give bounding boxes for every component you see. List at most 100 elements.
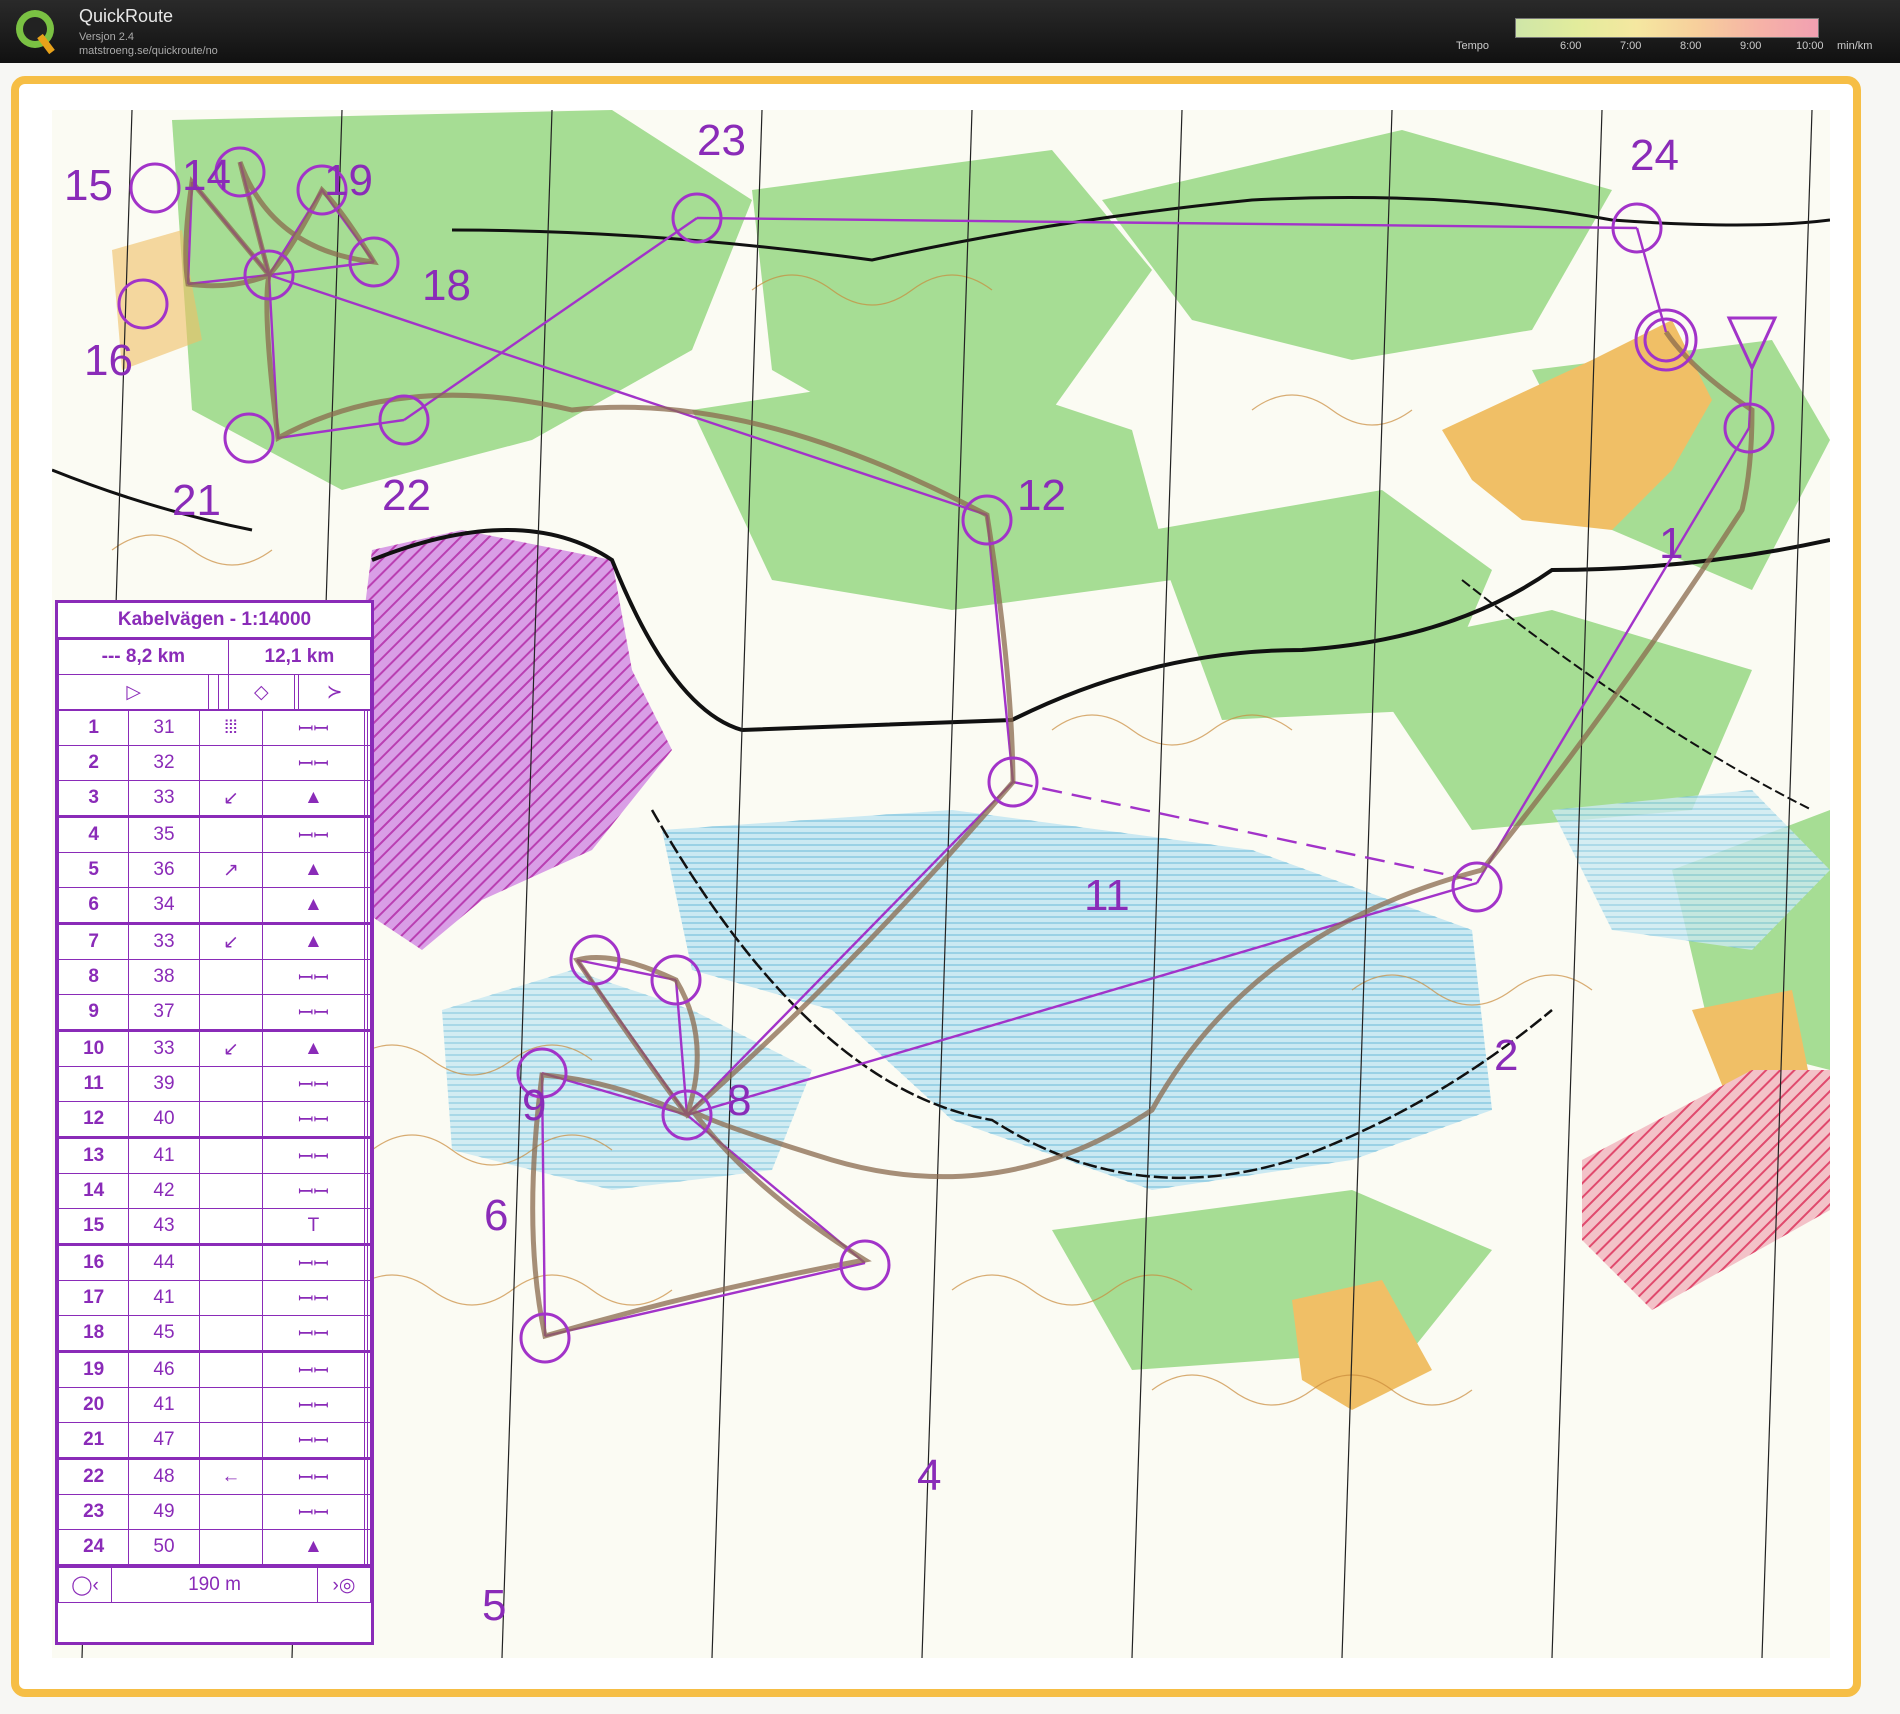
control-code: 37 bbox=[128, 994, 200, 1031]
control-feature: ꟷꟷ bbox=[262, 1066, 365, 1102]
control-feature: ▲ bbox=[262, 780, 365, 817]
control-column-c bbox=[198, 1529, 264, 1566]
control-code: 33 bbox=[128, 1030, 200, 1067]
control-column-c bbox=[198, 745, 264, 781]
control-label: 15 bbox=[64, 161, 113, 210]
control-number: 1 bbox=[57, 710, 130, 746]
control-number: 3 bbox=[57, 780, 130, 817]
control-number: 17 bbox=[57, 1280, 130, 1316]
control-column-c bbox=[198, 1422, 264, 1459]
control-row: 13 41 ꟷꟷ bbox=[57, 1137, 372, 1174]
control-row: 2 32 ꟷꟷ bbox=[57, 745, 372, 781]
control-feature: ꟷꟷ bbox=[262, 1315, 365, 1352]
control-column-f bbox=[366, 1030, 372, 1067]
control-label: 8 bbox=[727, 1076, 751, 1125]
control-column-f bbox=[366, 1422, 372, 1459]
app-name: QuickRoute bbox=[79, 6, 174, 26]
control-feature: ꟷꟷ bbox=[262, 745, 365, 781]
control-column-c bbox=[198, 1101, 264, 1138]
control-column-c bbox=[198, 1494, 264, 1530]
control-row: 18 45 ꟷꟷ bbox=[57, 1315, 372, 1352]
control-code: 41 bbox=[128, 1137, 200, 1174]
control-number: 15 bbox=[57, 1208, 130, 1245]
control-column-f bbox=[366, 1458, 372, 1495]
control-row: 21 47 ꟷꟷ bbox=[57, 1422, 372, 1459]
control-number: 22 bbox=[57, 1458, 130, 1495]
control-code: 32 bbox=[128, 745, 200, 781]
control-feature: ꟷꟷ bbox=[262, 1494, 365, 1530]
control-number: 8 bbox=[57, 959, 130, 995]
control-feature: ꟷꟷ bbox=[262, 1458, 365, 1495]
control-number: 24 bbox=[57, 1529, 130, 1566]
control-label: 4 bbox=[917, 1451, 941, 1500]
control-row: 5 36 ↗ ▲ bbox=[57, 852, 372, 888]
control-number: 14 bbox=[57, 1173, 130, 1209]
pace-tick: 8:00 bbox=[1680, 40, 1702, 52]
control-code: 41 bbox=[128, 1280, 200, 1316]
control-row: 19 46 ꟷꟷ bbox=[57, 1351, 372, 1388]
control-column-f bbox=[366, 1101, 372, 1138]
pace-color-scale bbox=[1515, 18, 1819, 38]
control-column-f bbox=[366, 1529, 372, 1566]
control-column-f bbox=[366, 852, 372, 888]
control-row: 16 44 ꟷꟷ bbox=[57, 1244, 372, 1281]
control-column-f bbox=[366, 887, 372, 924]
control-row: 24 50 ▲ bbox=[57, 1529, 372, 1566]
control-code: 47 bbox=[128, 1422, 200, 1459]
control-label: 14 bbox=[182, 151, 231, 200]
control-column-f bbox=[366, 745, 372, 781]
control-row: 10 33 ↙ ▲ bbox=[57, 1030, 372, 1067]
control-label: 22 bbox=[382, 471, 431, 520]
control-column-c bbox=[198, 1387, 264, 1423]
control-column-f bbox=[366, 994, 372, 1031]
control-code: 44 bbox=[128, 1244, 200, 1281]
control-column-c bbox=[198, 994, 264, 1031]
control-feature: ꟷꟷ bbox=[262, 1422, 365, 1459]
control-label: 24 bbox=[1630, 131, 1679, 180]
control-number: 5 bbox=[57, 852, 130, 888]
finish-distance: 190 m bbox=[111, 1567, 318, 1603]
control-number: 7 bbox=[57, 923, 130, 960]
control-column-f bbox=[366, 816, 372, 853]
control-row: 23 49 ꟷꟷ bbox=[57, 1494, 372, 1530]
control-column-c bbox=[198, 816, 264, 853]
control-label: 9 bbox=[522, 1081, 546, 1130]
control-feature: ▲ bbox=[262, 1030, 365, 1067]
control-number: 19 bbox=[57, 1351, 130, 1388]
control-label: 19 bbox=[324, 156, 373, 205]
control-code: 34 bbox=[128, 887, 200, 924]
control-feature: ꟷꟷ bbox=[262, 1387, 365, 1423]
control-number: 16 bbox=[57, 1244, 130, 1281]
control-code: 31 bbox=[128, 710, 200, 746]
control-code: 46 bbox=[128, 1351, 200, 1388]
control-column-c bbox=[198, 887, 264, 924]
start-direction-icon: ≻ bbox=[298, 674, 371, 710]
control-feature: ▲ bbox=[262, 852, 365, 888]
control-number: 9 bbox=[57, 994, 130, 1031]
control-column-f bbox=[366, 1351, 372, 1388]
control-code: 50 bbox=[128, 1529, 200, 1566]
control-code: 36 bbox=[128, 852, 200, 888]
control-number: 18 bbox=[57, 1315, 130, 1352]
control-feature: ꟷꟷ bbox=[262, 1351, 365, 1388]
control-feature: ▲ bbox=[262, 887, 365, 924]
control-code: 33 bbox=[128, 923, 200, 960]
control-number: 6 bbox=[57, 887, 130, 924]
control-column-f bbox=[366, 780, 372, 817]
pace-tick: 10:00 bbox=[1796, 40, 1824, 52]
control-number: 13 bbox=[57, 1137, 130, 1174]
control-row: 15 43 T bbox=[57, 1208, 372, 1245]
control-label: 12 bbox=[1017, 471, 1066, 520]
control-feature: ꟷꟷ bbox=[262, 816, 365, 853]
control-number: 20 bbox=[57, 1387, 130, 1423]
pace-legend-unit: min/km bbox=[1837, 40, 1873, 52]
control-row: 6 34 ▲ bbox=[57, 887, 372, 924]
distance-long: 12,1 km bbox=[227, 639, 372, 675]
control-code: 39 bbox=[128, 1066, 200, 1102]
control-row: 4 35 ꟷꟷ bbox=[57, 816, 372, 853]
control-number: 2 bbox=[57, 745, 130, 781]
start-triangle-icon: ▷ bbox=[57, 674, 210, 710]
control-column-f bbox=[366, 710, 372, 746]
control-number: 4 bbox=[57, 816, 130, 853]
control-number: 21 bbox=[57, 1422, 130, 1459]
